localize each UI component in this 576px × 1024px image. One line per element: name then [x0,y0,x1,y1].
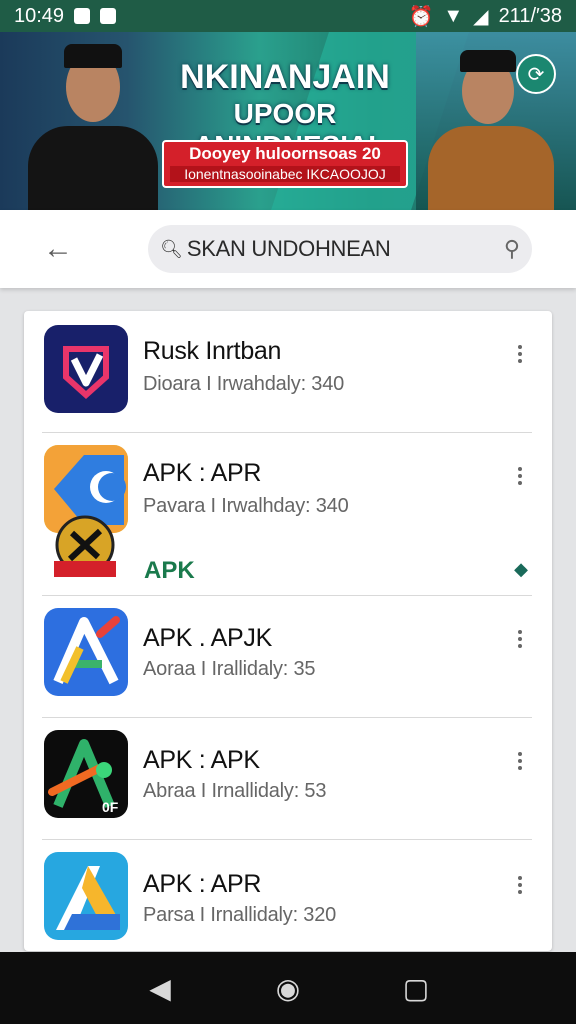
back-arrow-icon[interactable]: ← [40,232,76,266]
apk-label[interactable]: APK [144,557,195,585]
more-options-icon[interactable] [510,746,530,776]
app-icon: 0F [44,730,128,818]
app-name: APK : APK [143,746,260,774]
app-list: Rusk Inrtban Dioara I Irwahdaly: 340 APK… [24,311,552,951]
search-small-icon: 🔍︎ [160,238,183,259]
app-meta: Dioara I Irwahdaly: 340 [143,373,345,395]
app-name: Rusk Inrtban [143,337,282,365]
app-icon [44,608,128,696]
banner-title-line1: NKINANJAIN [180,58,390,96]
banner-red-line1: Dooyey huloornsoas 20 [189,144,381,163]
search-input[interactable]: 🔍︎ SKAN UNDOHNEAN ⚲ [148,225,532,273]
signal-icon: ◢ [473,5,489,28]
status-bar: 10:49 ⏰ ▼ ◢ 211/′38 [0,0,576,32]
wifi-icon: ▼ [443,4,464,27]
home-nav-icon[interactable]: ◉ [268,968,308,1008]
svg-text:0F: 0F [102,799,119,815]
more-options-icon[interactable] [510,870,530,900]
badge-icon [50,515,120,581]
app-meta: Aoraa I Irallidaly: 35 [143,658,316,680]
search-query: SKAN UNDOHNEAN [186,236,391,261]
banner-red-box: Dooyey huloornsoas 20 Ionentnasooinabec … [162,140,408,188]
more-options-icon[interactable] [510,624,530,654]
app-meta: Pavara I Irwalhday: 340 [143,495,349,517]
alarm-icon: ⏰ [408,5,434,28]
list-item[interactable]: APK : APR Parsa I Irnallidaly: 320 [24,840,552,951]
arrow-right-icon[interactable]: ◆ [514,559,528,580]
more-options-icon[interactable] [510,339,530,369]
app-icon [44,852,128,940]
banner-red-line2: Ionentnasooinabec IKCAOOJOJ [170,166,400,182]
app-meta: Parsa I Irnallidaly: 320 [143,904,337,926]
status-time: 10:49 [14,4,65,27]
promo-banner[interactable]: NKINANJAIN UPOOR ANINDNESIAI Dooyey hulo… [0,32,576,210]
search-icon[interactable]: ⚲ [504,236,520,262]
recents-nav-icon[interactable]: ▢ [396,968,436,1008]
app-name: APK . APJK [143,624,273,652]
refresh-icon[interactable]: ⟳ [516,54,556,94]
back-nav-icon[interactable]: ◀ [140,968,180,1008]
app-meta: Abraa I Irnallidaly: 53 [143,780,327,802]
person-left [28,40,158,210]
navigation-bar: ◀ ◉ ▢ [0,952,576,1024]
search-header: ← 🔍︎ SKAN UNDOHNEAN ⚲ [0,210,576,288]
list-item[interactable]: APK . APJK Aoraa I Irallidaly: 35 [24,596,552,718]
app-icon [44,325,128,413]
app-name: APK : APR [143,870,262,898]
app-name: APK : APR [143,459,262,487]
list-item[interactable]: APK : APR Pavara I Irwalhday: 340 APK ◆ [24,433,552,596]
list-item[interactable]: 0F APK : APK Abraa I Irnallidaly: 53 [24,718,552,840]
status-left: 10:49 [14,4,117,28]
image-notification-icon [100,8,117,24]
status-right-text: 211/′38 [498,4,562,27]
status-right: ⏰ ▼ ◢ 211/′38 [408,4,562,29]
more-options-icon[interactable] [510,461,530,491]
list-item[interactable]: Rusk Inrtban Dioara I Irwahdaly: 340 [24,311,552,433]
notification-icon [74,8,91,24]
